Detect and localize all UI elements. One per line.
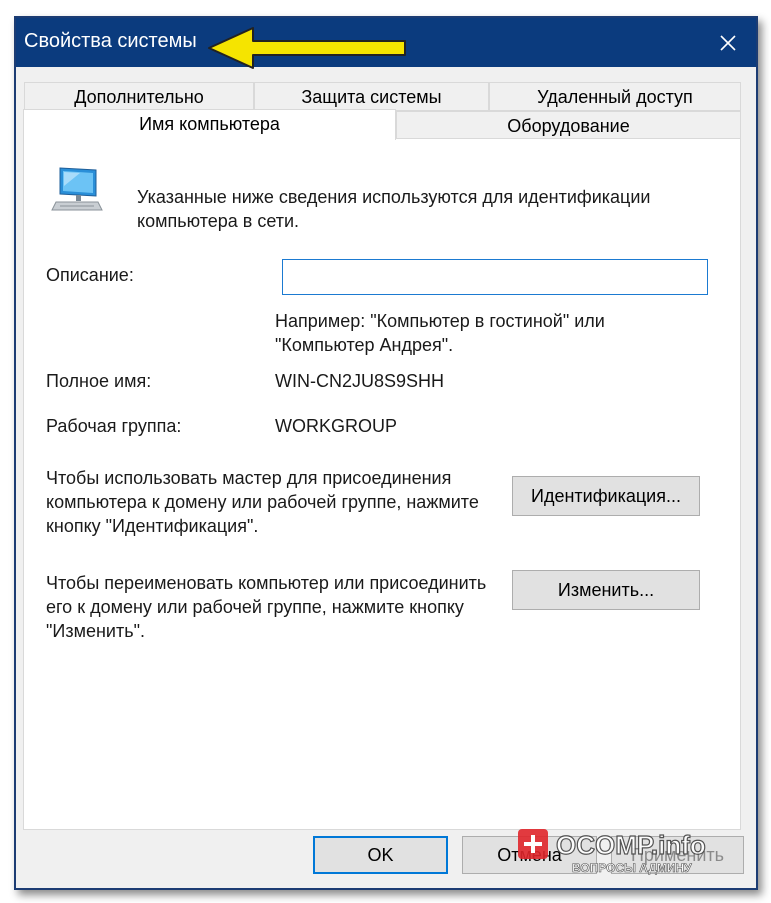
workgroup-label: Рабочая группа: [46,416,182,436]
yellow-arrow-annotation [208,27,406,69]
watermark-tagline: ВОПРОСЫ АДМИНУ [572,861,692,875]
tab-label: Оборудование [507,116,630,136]
tab-label: Имя компьютера [139,114,280,134]
tab-hardware[interactable]: Оборудование [396,111,741,139]
network-id-button[interactable]: Идентификация... [512,476,700,516]
rename-button[interactable]: Изменить... [512,570,700,610]
tab-remote[interactable]: Удаленный доступ [489,82,741,111]
computer-name-panel: Указанные ниже сведения используются для… [23,138,741,830]
tab-label: Защита системы [301,87,442,107]
ocomp-watermark: OCOMP.info ВОПРОСЫ АДМИНУ [518,829,706,875]
full-name-value: WIN-CN2JU8S9SHH [275,371,445,391]
network-id-text: Чтобы использовать мастер для присоедине… [46,468,479,536]
close-icon [720,34,736,51]
description-label: Описание: [46,265,134,285]
system-properties-window: Свойства системы Дополнительно Защита си… [14,16,758,890]
window-title: Свойства системы [24,30,197,52]
computer-monitor-icon [51,167,103,211]
tab-computer-name[interactable]: Имя компьютера [23,109,396,140]
tab-advanced[interactable]: Дополнительно [24,82,254,111]
description-input[interactable] [282,259,708,295]
intro-text: Указанные ниже сведения используются для… [137,187,651,231]
tab-label: Удаленный доступ [537,87,693,107]
tab-label: Дополнительно [74,87,204,107]
rename-text: Чтобы переименовать компьютер или присое… [46,573,487,641]
ok-button[interactable]: OK [313,836,448,874]
tab-system-protection[interactable]: Защита системы [254,82,489,111]
example-hint: Например: "Компьютер в гостиной" или "Ко… [275,311,605,355]
full-name-label: Полное имя: [46,371,152,391]
workgroup-value: WORKGROUP [275,416,398,436]
watermark-brand: OCOMP.info [556,830,706,860]
close-button[interactable] [700,18,756,67]
